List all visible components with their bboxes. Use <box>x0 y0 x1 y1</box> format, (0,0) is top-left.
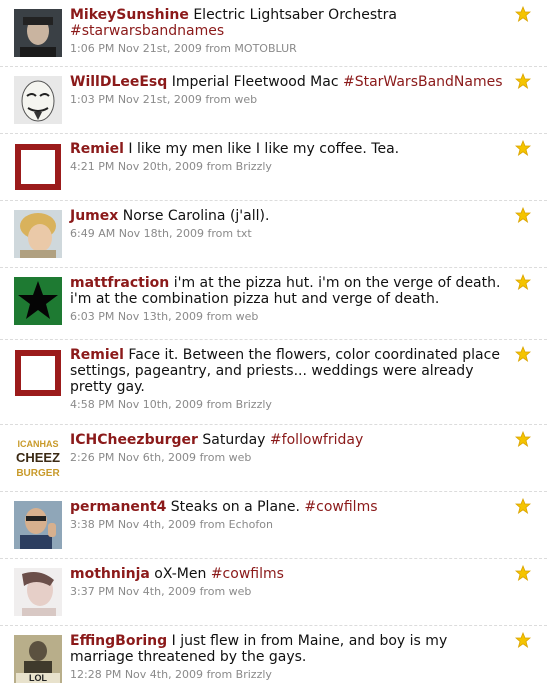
tweet-text: Imperial Fleetwood Mac <box>171 74 339 90</box>
username-link[interactable]: ICHCheezburger <box>70 432 198 448</box>
username-link[interactable]: EffingBoring <box>70 633 167 649</box>
tweet-content: mothninja oX-Men #cowfilms 3:37 PM Nov 4… <box>70 566 505 599</box>
favorite-star-icon[interactable] <box>515 346 531 362</box>
source-label: txt <box>236 227 252 240</box>
favorite-star-icon[interactable] <box>515 274 531 290</box>
username-link[interactable]: mothninja <box>70 566 150 582</box>
tweet-item: mothninja oX-Men #cowfilms 3:37 PM Nov 4… <box>0 559 547 626</box>
username-link[interactable]: Remiel <box>70 347 124 363</box>
thumbs-up-portrait-icon[interactable] <box>14 501 62 549</box>
tweet-meta: 1:03 PM Nov 21st, 2009 from web <box>70 93 258 106</box>
username-link[interactable]: Remiel <box>70 141 124 157</box>
tweet-item: Remiel I like my men like I like my coff… <box>0 134 547 201</box>
tweet-text: Electric Lightsaber Orchestra <box>193 7 397 23</box>
tweet-content: permanent4 Steaks on a Plane. #cowfilms … <box>70 499 505 532</box>
timestamp-link[interactable]: 3:37 PM Nov 4th, 2009 <box>70 585 196 598</box>
tweet-text: Saturday <box>202 432 266 448</box>
tweet-text: Norse Carolina (j'all). <box>122 208 270 224</box>
svg-text:LOL: LOL <box>29 673 47 683</box>
tweet-text: Steaks on a Plane. <box>170 499 300 515</box>
source-label: Echofon <box>228 518 273 531</box>
blond-portrait-icon[interactable] <box>14 210 62 258</box>
username-link[interactable]: mattfraction <box>70 275 169 291</box>
favorite-star-icon[interactable] <box>515 632 531 648</box>
tweet-meta: 4:58 PM Nov 10th, 2009 from Brizzly <box>70 398 272 411</box>
tweet-text: I like my men like I like my coffee. Tea… <box>128 141 400 157</box>
tweet-meta: 1:06 PM Nov 21st, 2009 from MOTOBLUR <box>70 42 297 55</box>
tweet-meta: 12:28 PM Nov 4th, 2009 from Brizzly <box>70 668 272 681</box>
tweet-item: Remiel Face it. Between the flowers, col… <box>0 340 547 425</box>
tweet-item: Jumex Norse Carolina (j'all). 6:49 AM No… <box>0 201 547 268</box>
tweet-content: WillDLeeEsq Imperial Fleetwood Mac #Star… <box>70 74 505 107</box>
source-label: web <box>228 451 252 464</box>
source-label: web <box>234 93 258 106</box>
mask-icon[interactable] <box>14 76 62 124</box>
hashtag-link[interactable]: #cowfilms <box>304 499 377 515</box>
hashtag-link[interactable]: #followfriday <box>270 432 363 448</box>
source-label: Brizzly <box>235 160 272 173</box>
black-star-icon[interactable] <box>14 277 62 325</box>
source-label: web <box>228 585 252 598</box>
tweet-meta: 4:21 PM Nov 20th, 2009 from Brizzly <box>70 160 272 173</box>
timestamp-link[interactable]: 1:06 PM Nov 21st, 2009 <box>70 42 202 55</box>
dark-portrait-icon[interactable] <box>14 9 62 57</box>
tweet-content: mattfraction i'm at the pizza hut. i'm o… <box>70 275 505 324</box>
username-link[interactable]: Jumex <box>70 208 118 224</box>
hashtag-link[interactable]: #StarWarsBandNames <box>343 74 503 90</box>
timestamp-link[interactable]: 4:21 PM Nov 20th, 2009 <box>70 160 203 173</box>
hashtag-link[interactable]: #starwarsbandnames <box>70 23 224 39</box>
svg-text:CHEEZ: CHEEZ <box>16 450 60 465</box>
timestamp-link[interactable]: 1:03 PM Nov 21st, 2009 <box>70 93 202 106</box>
cheezburger-logo-icon[interactable]: ICANHAS CHEEZ BURGER <box>14 434 62 482</box>
red-square-icon[interactable] <box>14 143 62 191</box>
tweet-item: WillDLeeEsq Imperial Fleetwood Mac #Star… <box>0 67 547 134</box>
lol-desk-icon[interactable]: LOL <box>14 635 62 683</box>
tweet-meta: 3:37 PM Nov 4th, 2009 from web <box>70 585 252 598</box>
username-link[interactable]: permanent4 <box>70 499 166 515</box>
favorite-star-icon[interactable] <box>515 498 531 514</box>
svg-text:ICANHAS: ICANHAS <box>17 439 58 449</box>
tweet-content: Jumex Norse Carolina (j'all). 6:49 AM No… <box>70 208 505 241</box>
tweet-text: Face it. Between the flowers, color coor… <box>70 347 500 395</box>
tweet-content: Remiel I like my men like I like my coff… <box>70 141 505 174</box>
tweet-content: ICHCheezburger Saturday #followfriday 2:… <box>70 432 505 465</box>
timestamp-link[interactable]: 3:38 PM Nov 4th, 2009 <box>70 518 196 531</box>
tweet-meta: 6:49 AM Nov 18th, 2009 from txt <box>70 227 252 240</box>
source-label: web <box>235 310 259 323</box>
tweet-text: oX-Men <box>154 566 207 582</box>
tweet-item: permanent4 Steaks on a Plane. #cowfilms … <box>0 492 547 559</box>
tweet-content: EffingBoring I just flew in from Maine, … <box>70 633 505 682</box>
source-label: Brizzly <box>235 398 272 411</box>
source-label: Brizzly <box>235 668 272 681</box>
tweet-meta: 6:03 PM Nov 13th, 2009 from web <box>70 310 259 323</box>
timestamp-link[interactable]: 4:58 PM Nov 10th, 2009 <box>70 398 203 411</box>
source-label: MOTOBLUR <box>234 42 297 55</box>
tweet-content: MikeySunshine Electric Lightsaber Orches… <box>70 7 505 56</box>
tweet-item: MikeySunshine Electric Lightsaber Orches… <box>0 0 547 67</box>
tweet-meta: 3:38 PM Nov 4th, 2009 from Echofon <box>70 518 273 531</box>
timestamp-link[interactable]: 2:26 PM Nov 6th, 2009 <box>70 451 196 464</box>
tweet-timeline: MikeySunshine Electric Lightsaber Orches… <box>0 0 547 690</box>
favorite-star-icon[interactable] <box>515 140 531 156</box>
favorite-star-icon[interactable] <box>515 207 531 223</box>
red-square-icon[interactable] <box>14 349 62 397</box>
timestamp-link[interactable]: 12:28 PM Nov 4th, 2009 <box>70 668 203 681</box>
favorite-star-icon[interactable] <box>515 6 531 22</box>
tweet-item: LOL EffingBoring I just flew in from Mai… <box>0 626 547 690</box>
timestamp-link[interactable]: 6:03 PM Nov 13th, 2009 <box>70 310 203 323</box>
hashtag-link[interactable]: #cowfilms <box>211 566 284 582</box>
username-link[interactable]: MikeySunshine <box>70 7 189 23</box>
tweet-item: ICANHAS CHEEZ BURGER ICHCheezburger Satu… <box>0 425 547 492</box>
favorite-star-icon[interactable] <box>515 431 531 447</box>
pale-portrait-icon[interactable] <box>14 568 62 616</box>
timestamp-link[interactable]: 6:49 AM Nov 18th, 2009 <box>70 227 204 240</box>
svg-text:BURGER: BURGER <box>16 468 60 479</box>
favorite-star-icon[interactable] <box>515 565 531 581</box>
favorite-star-icon[interactable] <box>515 73 531 89</box>
tweet-item: mattfraction i'm at the pizza hut. i'm o… <box>0 268 547 340</box>
tweet-meta: 2:26 PM Nov 6th, 2009 from web <box>70 451 252 464</box>
username-link[interactable]: WillDLeeEsq <box>70 74 167 90</box>
tweet-content: Remiel Face it. Between the flowers, col… <box>70 347 505 412</box>
